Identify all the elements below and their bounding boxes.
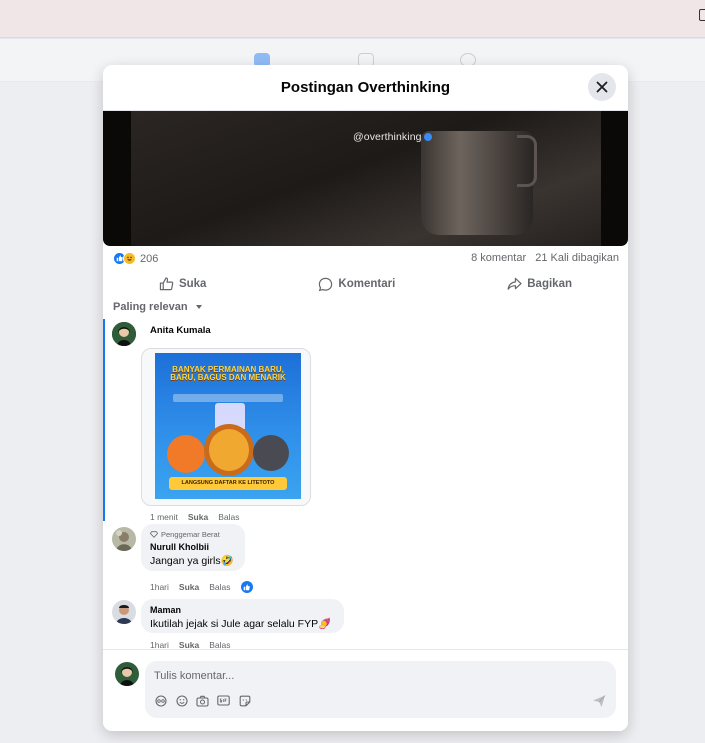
modal-title: Postingan Overthinking [280, 79, 451, 96]
comment-meta: 1 menit Suka Balas [150, 512, 239, 522]
comment-reply-link[interactable]: Balas [209, 640, 230, 649]
ad-image-castle [215, 403, 245, 429]
share-button[interactable]: Bagikan [479, 273, 600, 295]
video-watermark: @overthinking [353, 131, 432, 143]
modal-header: Postingan Overthinking [103, 65, 628, 111]
comment-text: Ikutilah jejak si Jule agar selalu FYP🍠 [150, 618, 332, 630]
post-scroll-area[interactable]: @overthinking 206 8 komentar 21 Kali dib… [103, 111, 628, 649]
comment-bubble[interactable]: Maman Ikutilah jejak si Jule agar selalu… [141, 599, 344, 633]
comment-composer [103, 649, 628, 731]
haha-reaction-icon [123, 252, 136, 265]
avatar[interactable] [112, 600, 136, 624]
comment-image-card[interactable]: BANYAK PERMAINAN BARU, BARU, BAGUS DAN ME… [141, 348, 311, 506]
close-icon [596, 81, 608, 93]
chevron-down-icon [195, 305, 202, 309]
share-button-label: Bagikan [527, 278, 572, 290]
avatar[interactable] [112, 527, 136, 551]
ad-image-banner: LANGSUNG DAFTAR KE LITETOTO [169, 477, 287, 490]
comment-time[interactable]: 1 menit [150, 512, 178, 522]
like-button-label: Suka [178, 278, 207, 290]
avatar-sticker-button[interactable] [154, 694, 167, 707]
ad-image-badger [253, 435, 289, 471]
comment-sort-dropdown[interactable]: Paling relevan [113, 301, 202, 313]
comment-attached-image[interactable]: BANYAK PERMAINAN BARU, BARU, BAGUS DAN ME… [155, 353, 301, 499]
verified-icon [423, 133, 432, 142]
highlighted-comment-indicator [103, 319, 105, 521]
comment-bubble[interactable]: Penggemar Berat Nurull Kholbii Jangan ya… [141, 524, 245, 571]
comment-time[interactable]: 1hari [150, 582, 169, 592]
avatar[interactable] [115, 662, 139, 686]
share-arrow-icon [507, 277, 522, 290]
window-icon[interactable] [699, 9, 705, 21]
comment-meta: 1hari Suka Balas [150, 640, 231, 649]
share-count-link[interactable]: 21 Kali dibagikan [535, 252, 619, 264]
ad-image-title: BANYAK PERMAINAN BARU, BARU, BAGUS DAN ME… [170, 365, 286, 383]
comment-like-link[interactable]: Suka [179, 582, 199, 592]
comment-author[interactable]: Anita Kumala [150, 325, 211, 336]
comment-like-link[interactable]: Suka [179, 640, 199, 649]
comment-author[interactable]: Nurull Kholbii [150, 542, 236, 552]
comment-button[interactable]: Komentari [290, 273, 423, 296]
comment-reply-link[interactable]: Balas [218, 512, 239, 522]
sticker-icon [239, 695, 250, 706]
video-scene-handle [517, 135, 537, 187]
composer-toolbar [154, 694, 251, 707]
comment-count-link[interactable]: 8 komentar [471, 252, 526, 264]
thumbs-up-icon [159, 277, 174, 291]
avatar-sticker-icon [154, 694, 167, 707]
reaction-summary[interactable]: 206 [113, 252, 158, 265]
post-actions: Suka Komentari Bagikan [103, 269, 628, 299]
comment-reply-link[interactable]: Balas [209, 582, 230, 592]
send-icon [593, 695, 606, 707]
comment-text: Jangan ya girls🤣 [150, 555, 234, 567]
ad-image-fox [167, 435, 205, 473]
emoji-icon [175, 694, 188, 707]
camera-button[interactable] [196, 694, 209, 707]
browser-topbar [0, 0, 705, 38]
comment-like-reaction-icon[interactable] [240, 581, 253, 593]
send-comment-button[interactable] [592, 694, 606, 708]
comment-time[interactable]: 1hari [150, 640, 169, 649]
sort-label: Paling relevan [113, 301, 188, 313]
comment-like-link[interactable]: Suka [188, 512, 208, 522]
post-video[interactable]: @overthinking [103, 111, 628, 246]
comment-input-box[interactable] [145, 661, 616, 718]
sticker-button[interactable] [238, 694, 251, 707]
comment-button-label: Komentari [338, 278, 396, 290]
gif-button[interactable] [217, 694, 230, 707]
avatar[interactable] [112, 322, 136, 346]
comment-item: Anita Kumala [150, 325, 211, 336]
camera-icon [196, 695, 209, 707]
ad-image-lion [209, 429, 249, 471]
comment-input[interactable] [154, 670, 554, 682]
comment-meta: 1hari Suka Balas [150, 581, 253, 593]
gif-icon [217, 695, 230, 706]
comment-bubble-icon [319, 277, 333, 291]
diamond-icon [150, 531, 158, 538]
post-modal: Postingan Overthinking @overthinking 206… [103, 65, 628, 731]
video-frame: @overthinking [131, 111, 601, 246]
reaction-count: 206 [140, 252, 159, 265]
emoji-button[interactable] [175, 694, 188, 707]
comment-author[interactable]: Maman [150, 605, 335, 615]
post-stats: 206 8 komentar 21 Kali dibagikan [103, 247, 628, 269]
like-button[interactable]: Suka [131, 273, 235, 295]
close-button[interactable] [588, 73, 616, 101]
ad-image-subtitle-strip [173, 394, 283, 402]
fan-badge: Penggemar Berat [150, 530, 236, 539]
